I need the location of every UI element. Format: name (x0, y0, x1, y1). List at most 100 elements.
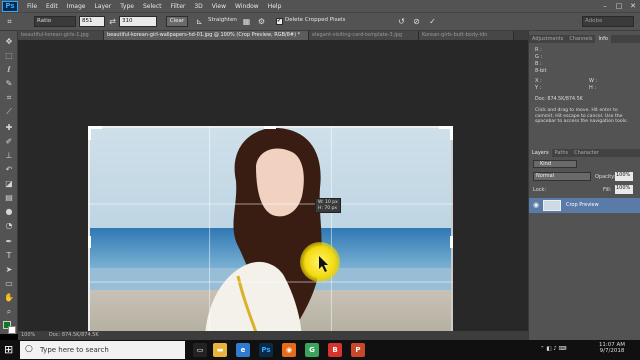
eyedropper-icon[interactable]: ⟋ (3, 107, 15, 117)
type-tool-icon[interactable]: T (3, 251, 15, 261)
crop-height-input[interactable]: 310 (119, 16, 157, 27)
info-h-label: H : (589, 85, 597, 91)
info-rgb: R : G : B : (535, 47, 542, 68)
tab-character[interactable]: Character (571, 149, 602, 157)
powerpoint-icon[interactable]: P (351, 343, 365, 357)
rectangle-tool-icon[interactable]: ▭ (3, 279, 15, 289)
firefox-icon[interactable]: ◉ (282, 343, 296, 357)
quick-select-icon[interactable]: ✎ (3, 79, 15, 89)
clock[interactable]: 11:07 AM 9/7/2018 (592, 342, 632, 354)
menu-bar: Ps File Edit Image Layer Type Select Fil… (0, 0, 640, 12)
move-tool-icon[interactable]: ✥ (3, 37, 15, 47)
menu-view[interactable]: View (212, 3, 226, 10)
clear-button[interactable]: Clear (166, 16, 188, 27)
eraser-icon[interactable]: ◪ (3, 179, 15, 189)
reset-icon[interactable]: ↺ (396, 16, 407, 27)
grid-overlay-icon[interactable]: ▦ (241, 16, 252, 27)
path-select-icon[interactable]: ➤ (3, 265, 15, 275)
chrome-icon[interactable]: G (305, 343, 319, 357)
document-tabs: beautiful-korean-girls-1.jpg beautiful-k… (18, 31, 528, 40)
task-view-icon[interactable]: ▭ (193, 343, 207, 357)
tab-paths[interactable]: Paths (552, 149, 572, 157)
swap-icon[interactable]: ⇄ (107, 16, 118, 27)
info-wh: W : H : (589, 78, 597, 92)
cancel-icon[interactable]: ⊘ (411, 16, 422, 27)
pen-tool-icon[interactable]: ✒ (3, 237, 15, 247)
file-explorer-icon[interactable]: ▬ (213, 343, 227, 357)
info-b-label: B : (535, 61, 542, 67)
zoom-level[interactable]: 100% (21, 332, 35, 338)
menu-3d[interactable]: 3D (194, 3, 202, 10)
crop-tool-icon[interactable]: ⌗ (4, 16, 15, 27)
tab-layers[interactable]: Layers (529, 149, 552, 157)
crop-preview-image[interactable] (88, 126, 453, 360)
marquee-tool-icon[interactable]: ⬚ (3, 51, 15, 61)
menu-edit[interactable]: Edit (46, 3, 58, 10)
crop-tool-active-icon[interactable]: ⌗ (3, 93, 15, 103)
canvas-area[interactable]: W: 10 px H: 70 px (18, 40, 528, 360)
menu-filter[interactable]: Filter (171, 3, 186, 10)
hand-tool-icon[interactable]: ✋ (3, 293, 15, 303)
lasso-tool-icon[interactable]: ℓ (3, 65, 15, 75)
tab-korean-girls-1[interactable]: beautiful-korean-girls-1.jpg (18, 31, 104, 40)
tools-panel: ✥ ⬚ ℓ ✎ ⌗ ⟋ ✚ ✐ ⊥ ↶ ◪ ▤ ● ◔ ✒ T ➤ ▭ ✋ ⌕ (0, 31, 18, 334)
menu-select[interactable]: Select (143, 3, 162, 10)
menu-layer[interactable]: Layer (94, 3, 111, 10)
status-bar: 100% Doc: 874.5K/874.5K (18, 331, 528, 340)
menu-image[interactable]: Image (67, 3, 86, 10)
crop-width-input[interactable]: 851 (79, 16, 105, 27)
fill-input[interactable]: 100% (615, 185, 633, 194)
lock-label: Lock: (533, 187, 547, 193)
workspace-select[interactable]: Adobe (582, 16, 634, 27)
layer-name[interactable]: Crop Preview (566, 202, 599, 208)
photoshop-icon[interactable]: Ps (259, 343, 273, 357)
blur-tool-icon[interactable]: ● (3, 207, 15, 217)
ratio-select[interactable]: Ratio (34, 16, 76, 27)
maximize-icon[interactable]: □ (612, 1, 626, 11)
clock-date: 9/7/2018 (599, 348, 625, 354)
menu-file[interactable]: File (27, 3, 37, 10)
info-bit-depth: 8-bit (535, 68, 547, 74)
background-color-swatch[interactable] (8, 326, 16, 334)
info-help-text: Click and drag to move. Hit enter to com… (535, 108, 628, 124)
taskbar-search-input[interactable]: Type here to search (20, 341, 185, 359)
windows-taskbar: ⊞ Type here to search ○ ▭ ▬ e Ps ◉ G B P… (0, 340, 640, 360)
gradient-icon[interactable]: ▤ (3, 193, 15, 203)
opacity-input[interactable]: 100% (615, 172, 633, 181)
commit-icon[interactable]: ✓ (427, 16, 438, 27)
zoom-tool-icon[interactable]: ⌕ (3, 307, 15, 317)
menu-help[interactable]: Help (268, 3, 282, 10)
blend-mode-select[interactable]: Normal (533, 172, 591, 181)
menu-window[interactable]: Window (235, 3, 259, 10)
windows-start-icon[interactable]: ⊞ (4, 344, 16, 356)
healing-brush-icon[interactable]: ✚ (3, 123, 15, 133)
tab-visiting-card[interactable]: elegant-visiting-card-template-3.jpg (309, 31, 419, 40)
info-g-label: G : (535, 54, 543, 60)
minimize-icon[interactable]: – (598, 1, 612, 11)
straighten-label[interactable]: Straighten (208, 17, 237, 23)
close-icon[interactable]: ✕ (626, 1, 640, 11)
straighten-icon[interactable]: ⊾ (194, 16, 205, 27)
delete-cropped-checkbox[interactable]: ✔ (276, 18, 283, 25)
edge-icon[interactable]: e (236, 343, 250, 357)
dodge-tool-icon[interactable]: ◔ (3, 221, 15, 231)
history-brush-icon[interactable]: ↶ (3, 165, 15, 175)
brush-tool-icon[interactable]: ✐ (3, 137, 15, 147)
tab-channels[interactable]: Channels (566, 35, 595, 43)
layer-filter-select[interactable]: Kind (533, 160, 577, 168)
layers-panel-tabs: Layers Paths Character (529, 149, 640, 157)
clone-stamp-icon[interactable]: ⊥ (3, 151, 15, 161)
layer-row-crop-preview[interactable]: ◉ Crop Preview (529, 198, 640, 213)
delete-cropped-label: Delete Cropped Pixels (285, 17, 346, 23)
tray-icons[interactable]: ⌃ ◧ ♪ ⌨ (540, 346, 567, 352)
visibility-eye-icon[interactable]: ◉ (533, 201, 539, 209)
tab-adjustments[interactable]: Adjustments (529, 35, 566, 43)
menu-type[interactable]: Type (120, 3, 134, 10)
info-x-label: X : (535, 78, 542, 84)
tab-info[interactable]: Info (595, 35, 611, 43)
settings-gear-icon[interactable]: ⚙ (256, 16, 267, 27)
bandicam-icon[interactable]: B (328, 343, 342, 357)
tab-korean-girls-butt[interactable]: Korean-girls-butt-body-idn (419, 31, 514, 40)
info-doc-size: Doc: 874.5K/874.5K (535, 97, 583, 102)
tab-wallpapers-hd-01[interactable]: beautiful-korean-girl-wallpapers-hd-01.j… (104, 31, 309, 40)
